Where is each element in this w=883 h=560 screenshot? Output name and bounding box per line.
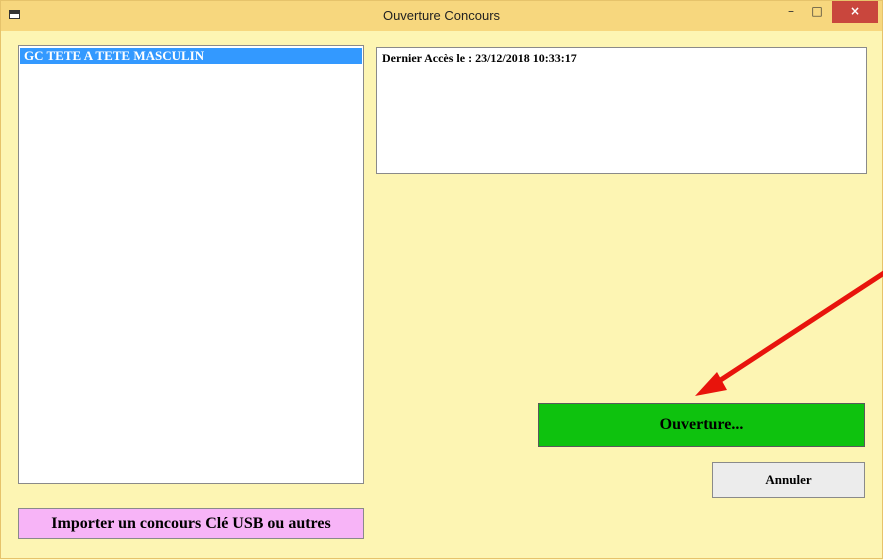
import-contest-button[interactable]: Importer un concours Clé USB ou autres [18,508,364,539]
open-button[interactable]: Ouverture... [538,403,865,447]
cancel-button[interactable]: Annuler [712,462,865,498]
window: Ouverture Concours – □ × GC TETE A TETE … [0,0,883,559]
